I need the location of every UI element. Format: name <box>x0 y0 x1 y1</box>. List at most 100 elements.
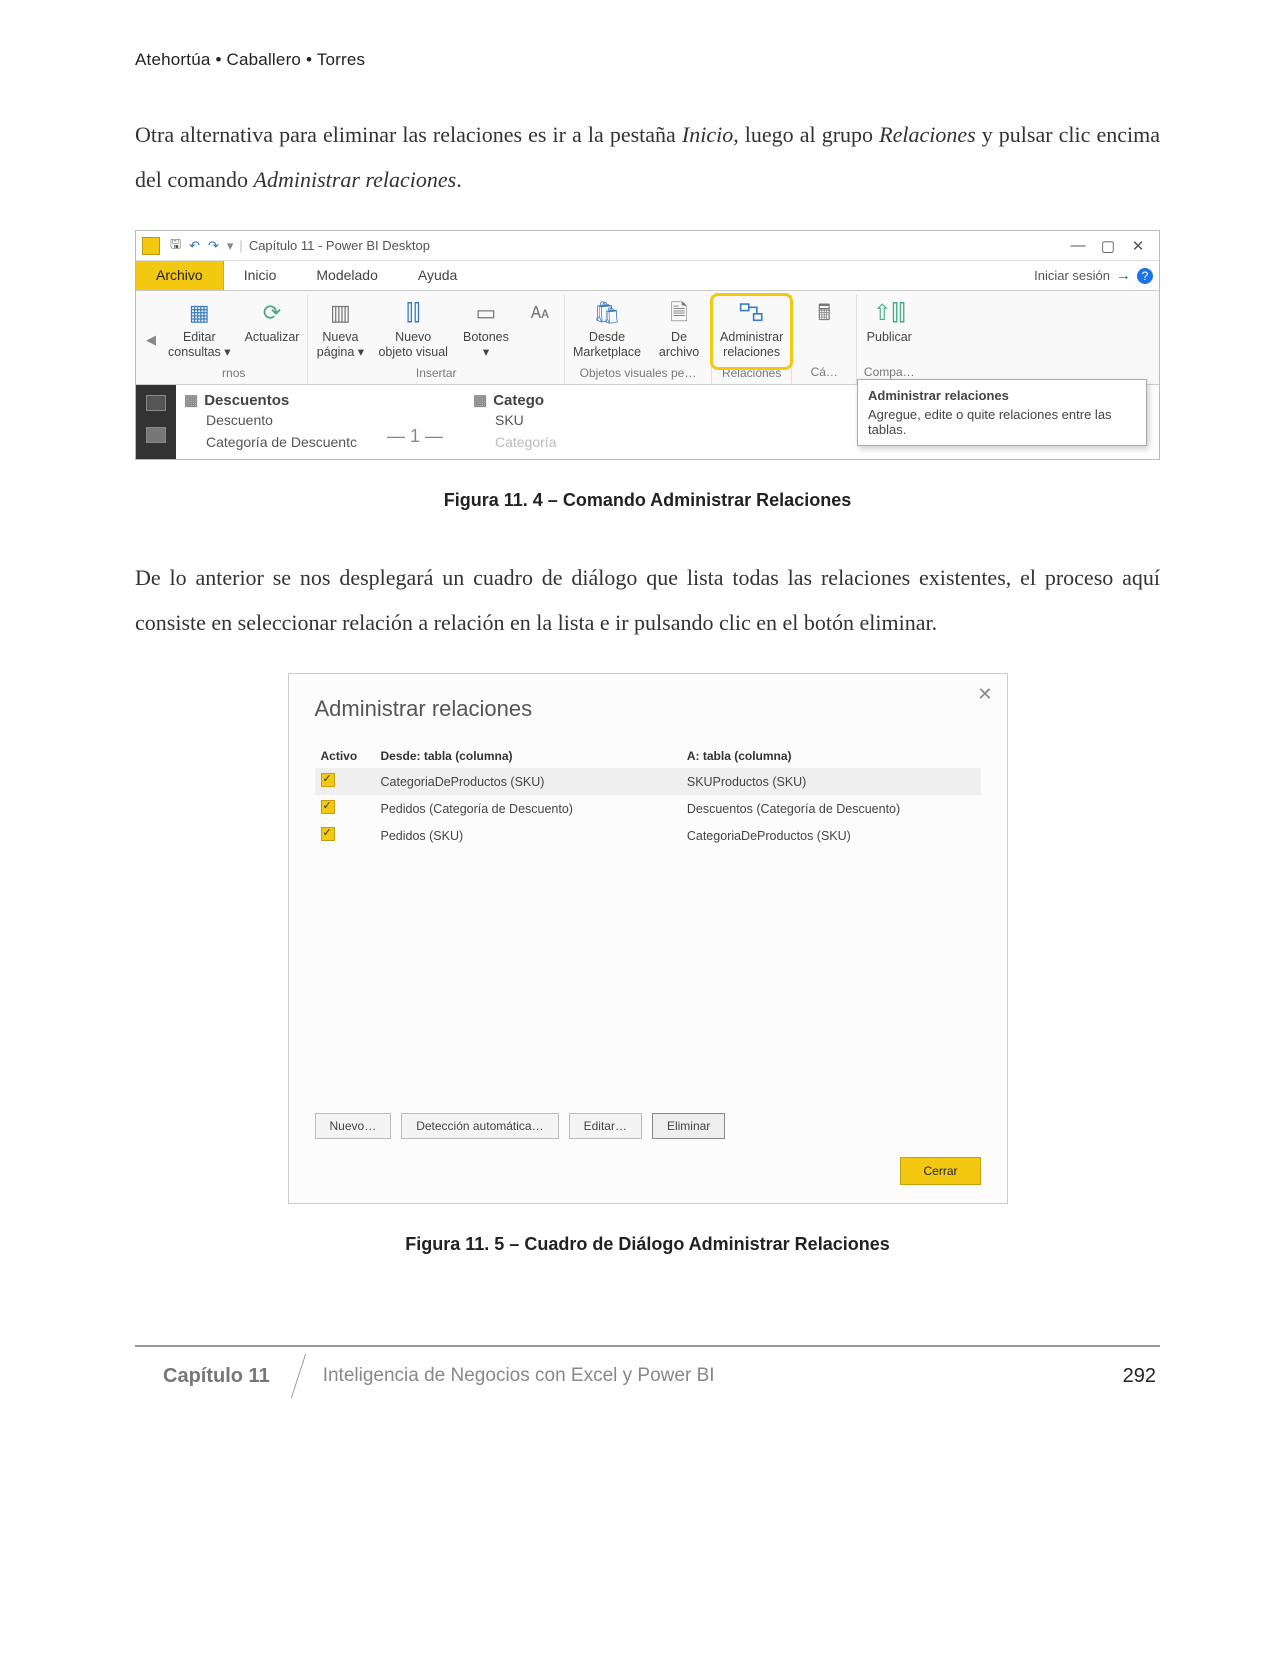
close-button[interactable]: ✕ <box>1123 237 1153 255</box>
header-authors: Atehortúa • Caballero • Torres <box>135 50 1160 70</box>
footer-page-number: 292 <box>1123 1365 1160 1388</box>
sign-in-link[interactable]: Iniciar sesión <box>1034 268 1110 283</box>
tooltip-title: Administrar relaciones <box>868 388 1136 403</box>
group-external-data: ▦ Editar consultas ▾ ⟳ Actualizar rnos <box>160 295 308 384</box>
ribbon-scroll-left-icon[interactable]: ◀ <box>142 332 160 348</box>
field-categoria-descuento[interactable]: Categoría de Descuentc <box>206 431 357 453</box>
delete-button[interactable]: Eliminar <box>652 1113 725 1139</box>
new-visual-icon: ⫿⫿ <box>397 299 429 327</box>
dialog-footer: Cerrar <box>315 1157 981 1185</box>
active-checkbox[interactable] <box>321 800 335 814</box>
view-model-icon[interactable] <box>146 427 166 443</box>
group-calculations-label: Cá… <box>798 363 850 383</box>
ribbon-tabs: Archivo Inicio Modelado Ayuda Iniciar se… <box>136 261 1159 291</box>
dialog-close-icon[interactable]: ✕ <box>977 684 992 705</box>
quick-access-toolbar: 🖫 ↶ ↷ ▾ <box>170 235 233 257</box>
edit-queries-label: Editar consultas ▾ <box>168 330 231 360</box>
cell-to: SKUProductos (SKU) <box>681 768 981 795</box>
edit-queries-button[interactable]: ▦ Editar consultas ▾ <box>166 295 233 364</box>
active-checkbox[interactable] <box>321 773 335 787</box>
body-paragraph-1: Otra alternativa para eliminar las relac… <box>135 112 1160 202</box>
refresh-button[interactable]: ⟳ Actualizar <box>243 295 302 349</box>
table-row[interactable]: Pedidos (Categoría de Descuento) Descuen… <box>315 795 981 822</box>
group-insert-label: Insertar <box>314 364 558 384</box>
table-icon: ▦ <box>473 392 487 409</box>
new-page-button[interactable]: ▥ Nueva página ▾ <box>314 295 366 364</box>
active-checkbox[interactable] <box>321 827 335 841</box>
tab-modelado[interactable]: Modelado <box>296 261 398 290</box>
cell-to: Descuentos (Categoría de Descuento) <box>681 795 981 822</box>
field-descuento[interactable]: Descuento <box>206 409 357 431</box>
manage-relationships-button[interactable]: Administrar relaciones <box>718 295 785 364</box>
new-page-icon: ▥ <box>324 299 356 327</box>
para1-italic-3: Administrar relaciones <box>254 167 457 192</box>
close-dialog-button[interactable]: Cerrar <box>900 1157 980 1185</box>
view-report-icon[interactable] <box>146 395 166 411</box>
group-share: ⇧⫿⫿Publicar Compa… <box>857 295 921 384</box>
relationship-connector: — 1 — <box>387 426 443 453</box>
group-custom-visuals: 🛍Desde Marketplace 🗎 De archivo Objetos v… <box>565 295 712 384</box>
buttons-label: Botones ▾ <box>463 330 509 360</box>
cell-from: Pedidos (SKU) <box>375 822 681 849</box>
calc-icon: 🖩 <box>808 299 840 327</box>
refresh-label: Actualizar <box>245 330 300 345</box>
manage-relationships-dialog: ✕ Administrar relaciones Activo Desde: t… <box>288 673 1008 1204</box>
save-icon[interactable]: 🖫 <box>170 235 181 257</box>
tab-inicio[interactable]: Inicio <box>224 261 297 290</box>
col-to: A: tabla (columna) <box>681 744 981 768</box>
window-title: Capítulo 11 - Power BI Desktop <box>249 238 430 253</box>
table-categorias-name: Catego <box>493 392 544 409</box>
powerbi-window: 🖫 ↶ ↷ ▾ | Capítulo 11 - Power BI Desktop… <box>135 230 1160 460</box>
group-custom-visuals-label: Objetos visuales pe… <box>571 364 705 384</box>
tab-ayuda[interactable]: Ayuda <box>398 261 477 290</box>
field-categoria[interactable]: Categoría <box>495 431 556 453</box>
help-icon[interactable]: ? <box>1137 268 1153 284</box>
buttons-icon: ▭ <box>470 299 502 327</box>
tab-archivo[interactable]: Archivo <box>136 261 224 290</box>
table-row[interactable]: CategoriaDeProductos (SKU) SKUProductos … <box>315 768 981 795</box>
table-icon: ▦ <box>184 392 198 409</box>
table-descuentos[interactable]: ▦ Descuentos Descuento Categoría de Descu… <box>184 391 357 453</box>
edit-button[interactable]: Editar… <box>569 1113 642 1139</box>
group-external-data-label: rnos <box>166 364 301 384</box>
from-marketplace-button[interactable]: 🛍Desde Marketplace <box>571 295 643 364</box>
redo-icon[interactable]: ↷ <box>208 238 219 254</box>
undo-icon[interactable]: ↶ <box>189 238 200 254</box>
relationships-table: Activo Desde: tabla (columna) A: tabla (… <box>315 744 981 849</box>
dialog-title: Administrar relaciones <box>315 696 981 722</box>
figure-11-4-caption: Figura 11. 4 – Comando Administrar Relac… <box>135 490 1160 511</box>
table-row[interactable]: Pedidos (SKU) CategoriaDeProductos (SKU) <box>315 822 981 849</box>
para1-text-d: . <box>456 167 462 192</box>
buttons-button[interactable]: ▭ Botones ▾ <box>460 295 512 364</box>
new-visual-label: Nuevo objeto visual <box>378 330 448 360</box>
qat-dropdown-icon[interactable]: ▾ <box>227 238 234 254</box>
tooltip-body: Agregue, edite o quite relaciones entre … <box>868 407 1136 437</box>
manage-relationships-icon <box>736 299 768 327</box>
col-from: Desde: tabla (columna) <box>375 744 681 768</box>
group-relationships: Administrar relaciones Relaciones <box>712 295 792 384</box>
new-visual-button[interactable]: ⫿⫿ Nuevo objeto visual <box>376 295 450 364</box>
from-file-icon: 🗎 <box>663 299 695 327</box>
table-categorias[interactable]: ▦ Catego SKU Categoría <box>473 391 556 453</box>
table-descuentos-name: Descuentos <box>204 392 289 409</box>
edit-queries-icon: ▦ <box>183 299 215 327</box>
body-paragraph-2: De lo anterior se nos desplegará un cuad… <box>135 555 1160 645</box>
calc-button[interactable]: 🖩 <box>798 295 850 334</box>
field-sku[interactable]: SKU <box>495 409 556 431</box>
manage-relationships-label: Administrar relaciones <box>720 330 783 360</box>
para1-italic-1: Inicio <box>682 122 733 147</box>
publish-button[interactable]: ⇧⫿⫿Publicar <box>863 295 915 349</box>
refresh-icon: ⟳ <box>256 299 288 327</box>
minimize-button[interactable]: — <box>1063 237 1093 254</box>
from-file-label: De archivo <box>659 330 699 360</box>
new-page-label: Nueva página ▾ <box>317 330 364 360</box>
new-button[interactable]: Nuevo… <box>315 1113 392 1139</box>
maximize-button[interactable]: ▢ <box>1093 237 1123 255</box>
marketplace-icon: 🛍 <box>591 299 623 327</box>
footer-title: Inteligencia de Negocios con Excel y Pow… <box>323 1365 1123 1387</box>
extra-textbox-button[interactable]: 🗛 <box>522 295 558 334</box>
from-file-button[interactable]: 🗎 De archivo <box>653 295 705 364</box>
para1-text-b: , luego al grupo <box>733 122 879 147</box>
textbox-icon: 🗛 <box>524 299 556 327</box>
autodetect-button[interactable]: Detección automática… <box>401 1113 558 1139</box>
